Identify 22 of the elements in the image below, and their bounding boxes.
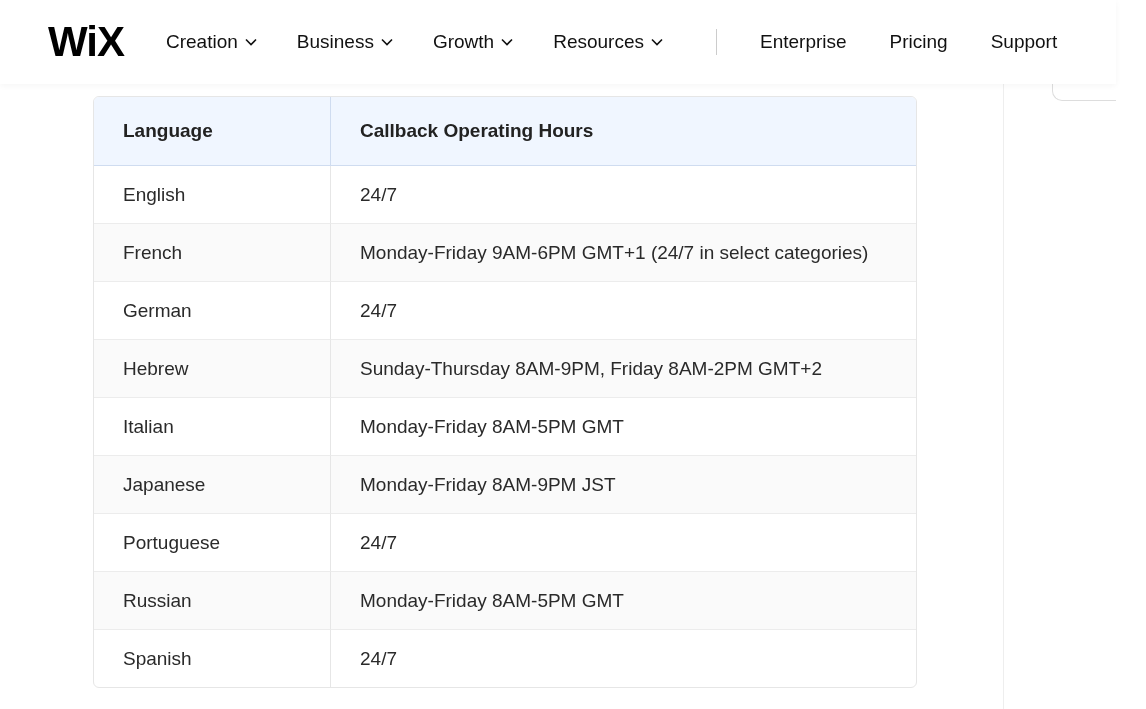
nav-link[interactable]: Business: [296, 31, 393, 53]
card-background: [1052, 84, 1116, 101]
table-cell: Russian: [94, 571, 331, 629]
nav-link[interactable]: Enterprise: [760, 31, 847, 53]
table-cell: Monday-Friday 8AM-9PM JST: [331, 455, 916, 513]
wix-logo[interactable]: WiX: [48, 18, 124, 66]
nav-link[interactable]: Creation: [165, 31, 257, 53]
column-header: Language: [94, 97, 331, 166]
nav-link[interactable]: Support: [990, 31, 1058, 53]
nav-link[interactable]: Resources: [553, 31, 663, 53]
table-cell: French: [94, 223, 331, 281]
nav-link[interactable]: Growth: [432, 31, 514, 53]
table-cell: Japanese: [94, 455, 331, 513]
table-cell: Sunday-Thursday 8AM-9PM, Friday 8AM-2PM GMT+2: [331, 339, 916, 397]
table-cell-text: 24/7: [359, 182, 398, 207]
table-cell: Hebrew: [94, 339, 331, 397]
table-cell: Monday-Friday 9AM-6PM GMT+1 (24/7 in select categories): [331, 223, 916, 281]
table-cell: Spanish: [94, 629, 331, 687]
column-header: Callback Operating Hours: [331, 97, 916, 166]
nav-link[interactable]: Pricing: [889, 31, 948, 53]
table-cell: Monday-Friday 8AM-5PM GMT: [331, 571, 916, 629]
table-cell: 24/7: [331, 629, 916, 687]
